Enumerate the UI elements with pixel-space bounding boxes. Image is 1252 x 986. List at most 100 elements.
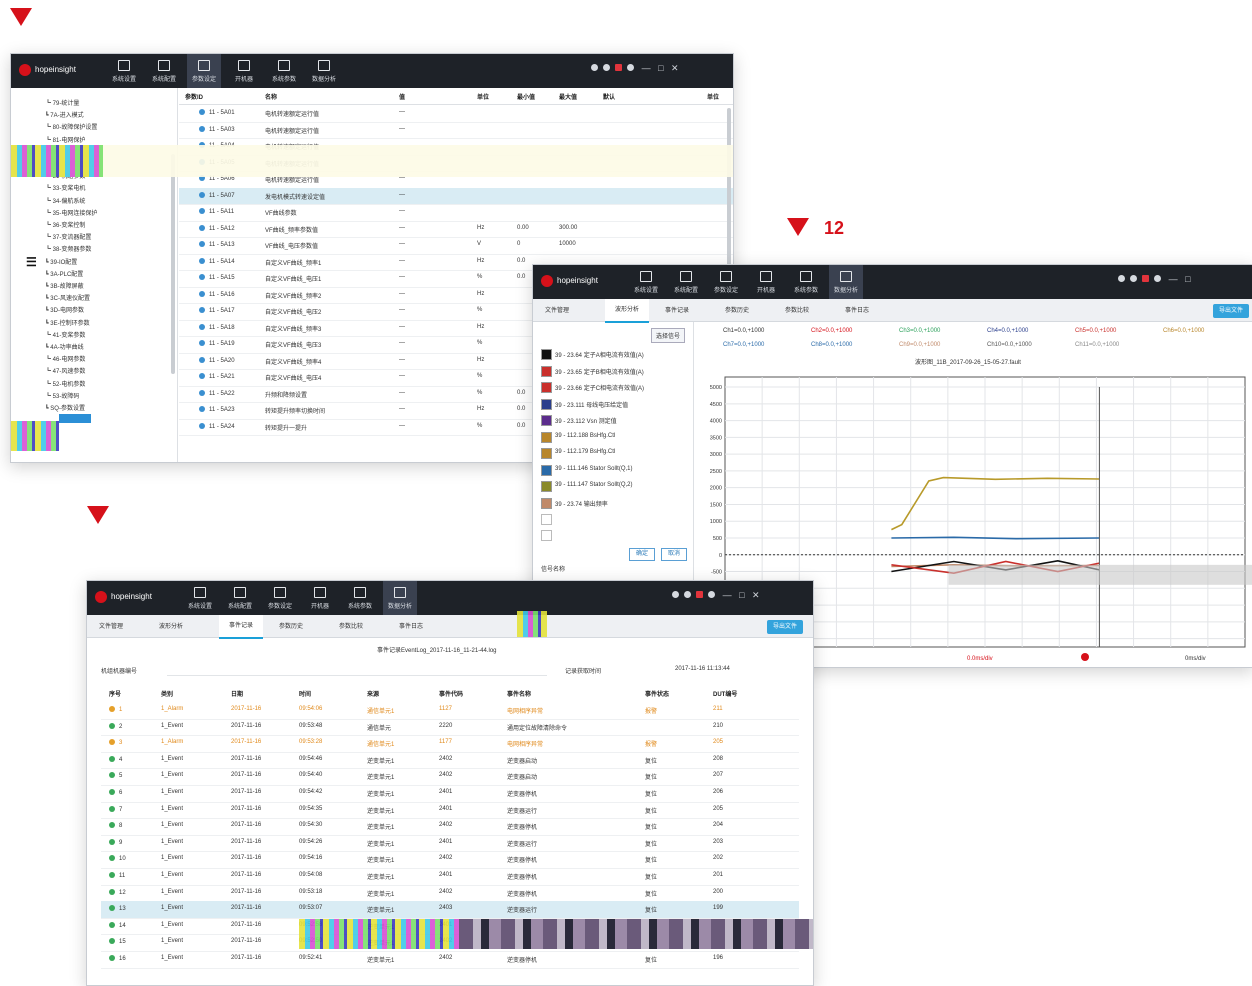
- empty-slot[interactable]: [541, 514, 552, 525]
- toolbar-button[interactable]: 开机器: [227, 54, 261, 88]
- toolbar-button[interactable]: 系统设置: [183, 581, 217, 615]
- table-row[interactable]: 8 1_Event 2017-11-16 09:54:30 逆变单元1 2402 逆变器停机…: [101, 818, 799, 836]
- tree-item[interactable]: ┗ 52-电机参数: [45, 379, 85, 388]
- toolbar-button[interactable]: 数据分析: [383, 581, 417, 615]
- tree-item[interactable]: ┗ 81-电网保护: [45, 135, 85, 144]
- tree-item[interactable]: ┗ 41-变桨参数: [45, 330, 85, 339]
- tree-item[interactable]: ┗ 3E-控制环参数: [45, 318, 90, 327]
- tab[interactable]: 事件记录: [665, 305, 689, 314]
- user-icon[interactable]: [627, 64, 635, 71]
- cursor-handle-icon[interactable]: [1081, 653, 1089, 661]
- table-row[interactable]: 3 1_Alarm 2017-11-16 09:53:28 通信单元1 1177 电网相序异…: [101, 735, 799, 753]
- minimize-icon[interactable]: —: [1169, 274, 1178, 284]
- table-row[interactable]: 16 1_Event 2017-11-16 09:52:41 逆变单元1 2402 逆变器停…: [101, 951, 799, 969]
- user-icon[interactable]: [1154, 275, 1162, 282]
- ok-button[interactable]: 确定: [629, 548, 655, 561]
- signal-item[interactable]: 39 - 23.65 定子B相电流有效值(A): [541, 363, 689, 378]
- table-row[interactable]: 11 - 5A03 电机转速额定运行值 —: [179, 122, 733, 139]
- column-header[interactable]: 最小值: [517, 92, 535, 101]
- column-header[interactable]: 事件代码: [439, 689, 463, 698]
- tree-item[interactable]: ┗ 35-电网连接保护: [45, 208, 97, 217]
- toolbar-button[interactable]: 参数设定: [263, 581, 297, 615]
- toolbar-button[interactable]: 系统设置: [107, 54, 141, 88]
- table-row[interactable]: 11 - 5A01 电机转速额定运行值 —: [179, 105, 733, 123]
- signal-item[interactable]: 39 - 111.147 Stator Sollt(Q,2): [541, 478, 689, 493]
- table-row[interactable]: 5 1_Event 2017-11-16 09:54:40 逆变单元1 2402 逆变器启动…: [101, 768, 799, 786]
- table-row[interactable]: 11 - 5A11 VF曲线参数 —: [179, 204, 733, 222]
- cancel-button[interactable]: 取消: [661, 548, 687, 561]
- settings-icon[interactable]: [603, 64, 611, 71]
- toolbar-button[interactable]: 数据分析: [307, 54, 341, 88]
- column-header[interactable]: 值: [399, 92, 405, 101]
- toolbar-button[interactable]: 系统配置: [223, 581, 257, 615]
- tab[interactable]: 事件日志: [399, 621, 423, 630]
- toolbar-button[interactable]: 数据分析: [829, 265, 863, 299]
- table-row[interactable]: 2 1_Event 2017-11-16 09:53:48 通信单元 2220 通用定位故障…: [101, 719, 799, 737]
- minimize-icon[interactable]: —: [723, 590, 732, 600]
- tree-item[interactable]: ┗ 46-电网参数: [45, 354, 85, 363]
- user-icon[interactable]: [708, 591, 716, 598]
- table-row[interactable]: 9 1_Event 2017-11-16 09:54:26 逆变单元1 2401 逆变器运行…: [101, 835, 799, 853]
- tree-item[interactable]: ┗ 80-故障保护设置: [45, 122, 97, 131]
- toolbar-button[interactable]: 系统参数: [343, 581, 377, 615]
- maximize-icon[interactable]: □: [658, 63, 663, 73]
- tree-scrollbar[interactable]: [171, 154, 175, 374]
- tab[interactable]: 事件日志: [845, 305, 869, 314]
- minimize-icon[interactable]: —: [642, 63, 651, 73]
- maximize-icon[interactable]: □: [739, 590, 744, 600]
- signal-item[interactable]: 39 - 111.146 Stator Sollt(Q,1): [541, 462, 689, 477]
- settings-icon[interactable]: [684, 591, 692, 598]
- tree-item[interactable]: ┗ 7A-进入模式: [45, 110, 84, 119]
- column-header[interactable]: 名称: [265, 92, 277, 101]
- collapse-handle-icon[interactable]: ☰: [26, 255, 37, 269]
- close-icon[interactable]: ✕: [752, 590, 760, 600]
- signal-item[interactable]: 39 - 23.64 定子A相电流有效值(A): [541, 346, 689, 361]
- tab[interactable]: 参数比较: [339, 621, 363, 630]
- column-header[interactable]: 时间: [299, 689, 311, 698]
- tree-item[interactable]: ┗ 53-故障码: [45, 391, 79, 400]
- tree-item[interactable]: ┗ 3D-电网参数: [45, 305, 84, 314]
- column-header[interactable]: 最大值: [559, 92, 577, 101]
- settings-icon[interactable]: [1130, 275, 1138, 282]
- tree-item[interactable]: ┗ 3A-PLC配置: [45, 269, 83, 278]
- tree-item[interactable]: ┗ 3C-风速仪配置: [45, 293, 90, 302]
- table-row[interactable]: 6 1_Event 2017-11-16 09:54:42 逆变单元1 2401 逆变器停机…: [101, 785, 799, 803]
- tree-item[interactable]: ┗ 47-风速参数: [45, 366, 85, 375]
- tab[interactable]: 参数比较: [785, 305, 809, 314]
- signal-item[interactable]: 39 - 112.188 BsHfg.Ctl: [541, 429, 689, 444]
- column-header[interactable]: 来源: [367, 689, 379, 698]
- table-row[interactable]: 13 1_Event 2017-11-16 09:53:07 逆变单元1 2403 逆变器运…: [101, 901, 799, 919]
- signal-item[interactable]: 39 - 23.74 输出频率: [541, 495, 689, 510]
- toolbar-button[interactable]: 系统参数: [789, 265, 823, 299]
- tab[interactable]: 文件管理: [99, 621, 123, 630]
- tree-item[interactable]: ┗ 4A-功率曲线: [45, 342, 84, 351]
- tree-item[interactable]: ┗ 39-IO配置: [45, 257, 77, 266]
- toolbar-button[interactable]: 开机器: [303, 581, 337, 615]
- tab[interactable]: 文件管理: [545, 305, 569, 314]
- select-signal-button[interactable]: 选择信号: [651, 328, 686, 343]
- help-icon[interactable]: [1118, 275, 1125, 282]
- tree-item[interactable]: ┗ SQ-参数设置: [45, 403, 85, 412]
- column-header[interactable]: 单位: [477, 92, 489, 101]
- tab[interactable]: 波形分析: [605, 299, 650, 323]
- table-row[interactable]: 12 1_Event 2017-11-16 09:53:18 逆变单元1 2402 逆变器停…: [101, 885, 799, 903]
- column-header[interactable]: 类别: [161, 689, 173, 698]
- tree-item[interactable]: ┗ 34-偏航系统: [45, 196, 85, 205]
- table-row[interactable]: 1 1_Alarm 2017-11-16 09:54:06 通信单元1 1127 电网相序异…: [101, 702, 799, 720]
- column-header[interactable]: 事件名称: [507, 689, 531, 698]
- table-row[interactable]: 4 1_Event 2017-11-16 09:54:46 逆变单元1 2402 逆变器启动…: [101, 752, 799, 770]
- toolbar-button[interactable]: 系统参数: [267, 54, 301, 88]
- table-row[interactable]: 11 - 5A13 VF曲线_电压参数值 — V 0 10000: [179, 237, 733, 255]
- signal-item[interactable]: 39 - 112.179 BsHfg.Ctl: [541, 445, 689, 460]
- toolbar-button[interactable]: 参数设定: [709, 265, 743, 299]
- column-header[interactable]: 默认: [603, 92, 615, 101]
- tree-item[interactable]: ┗ 37-变流器配置: [45, 232, 91, 241]
- table-row[interactable]: 7 1_Event 2017-11-16 09:54:35 逆变单元1 2401 逆变器运行…: [101, 802, 799, 820]
- column-header[interactable]: DUT编号: [713, 689, 737, 698]
- column-header[interactable]: 单位: [707, 92, 719, 101]
- table-row[interactable]: 11 - 5A12 VF曲线_频率参数值 — Hz 0.00 300.00: [179, 221, 733, 238]
- table-row[interactable]: 11 - 5A07 发电机模式转速设定值 —: [179, 187, 733, 205]
- tree-item[interactable]: ┗ 79-统计量: [45, 98, 79, 107]
- alert-icon[interactable]: [1142, 275, 1150, 282]
- signal-item[interactable]: 39 - 23.66 定子C相电流有效值(A): [541, 379, 689, 394]
